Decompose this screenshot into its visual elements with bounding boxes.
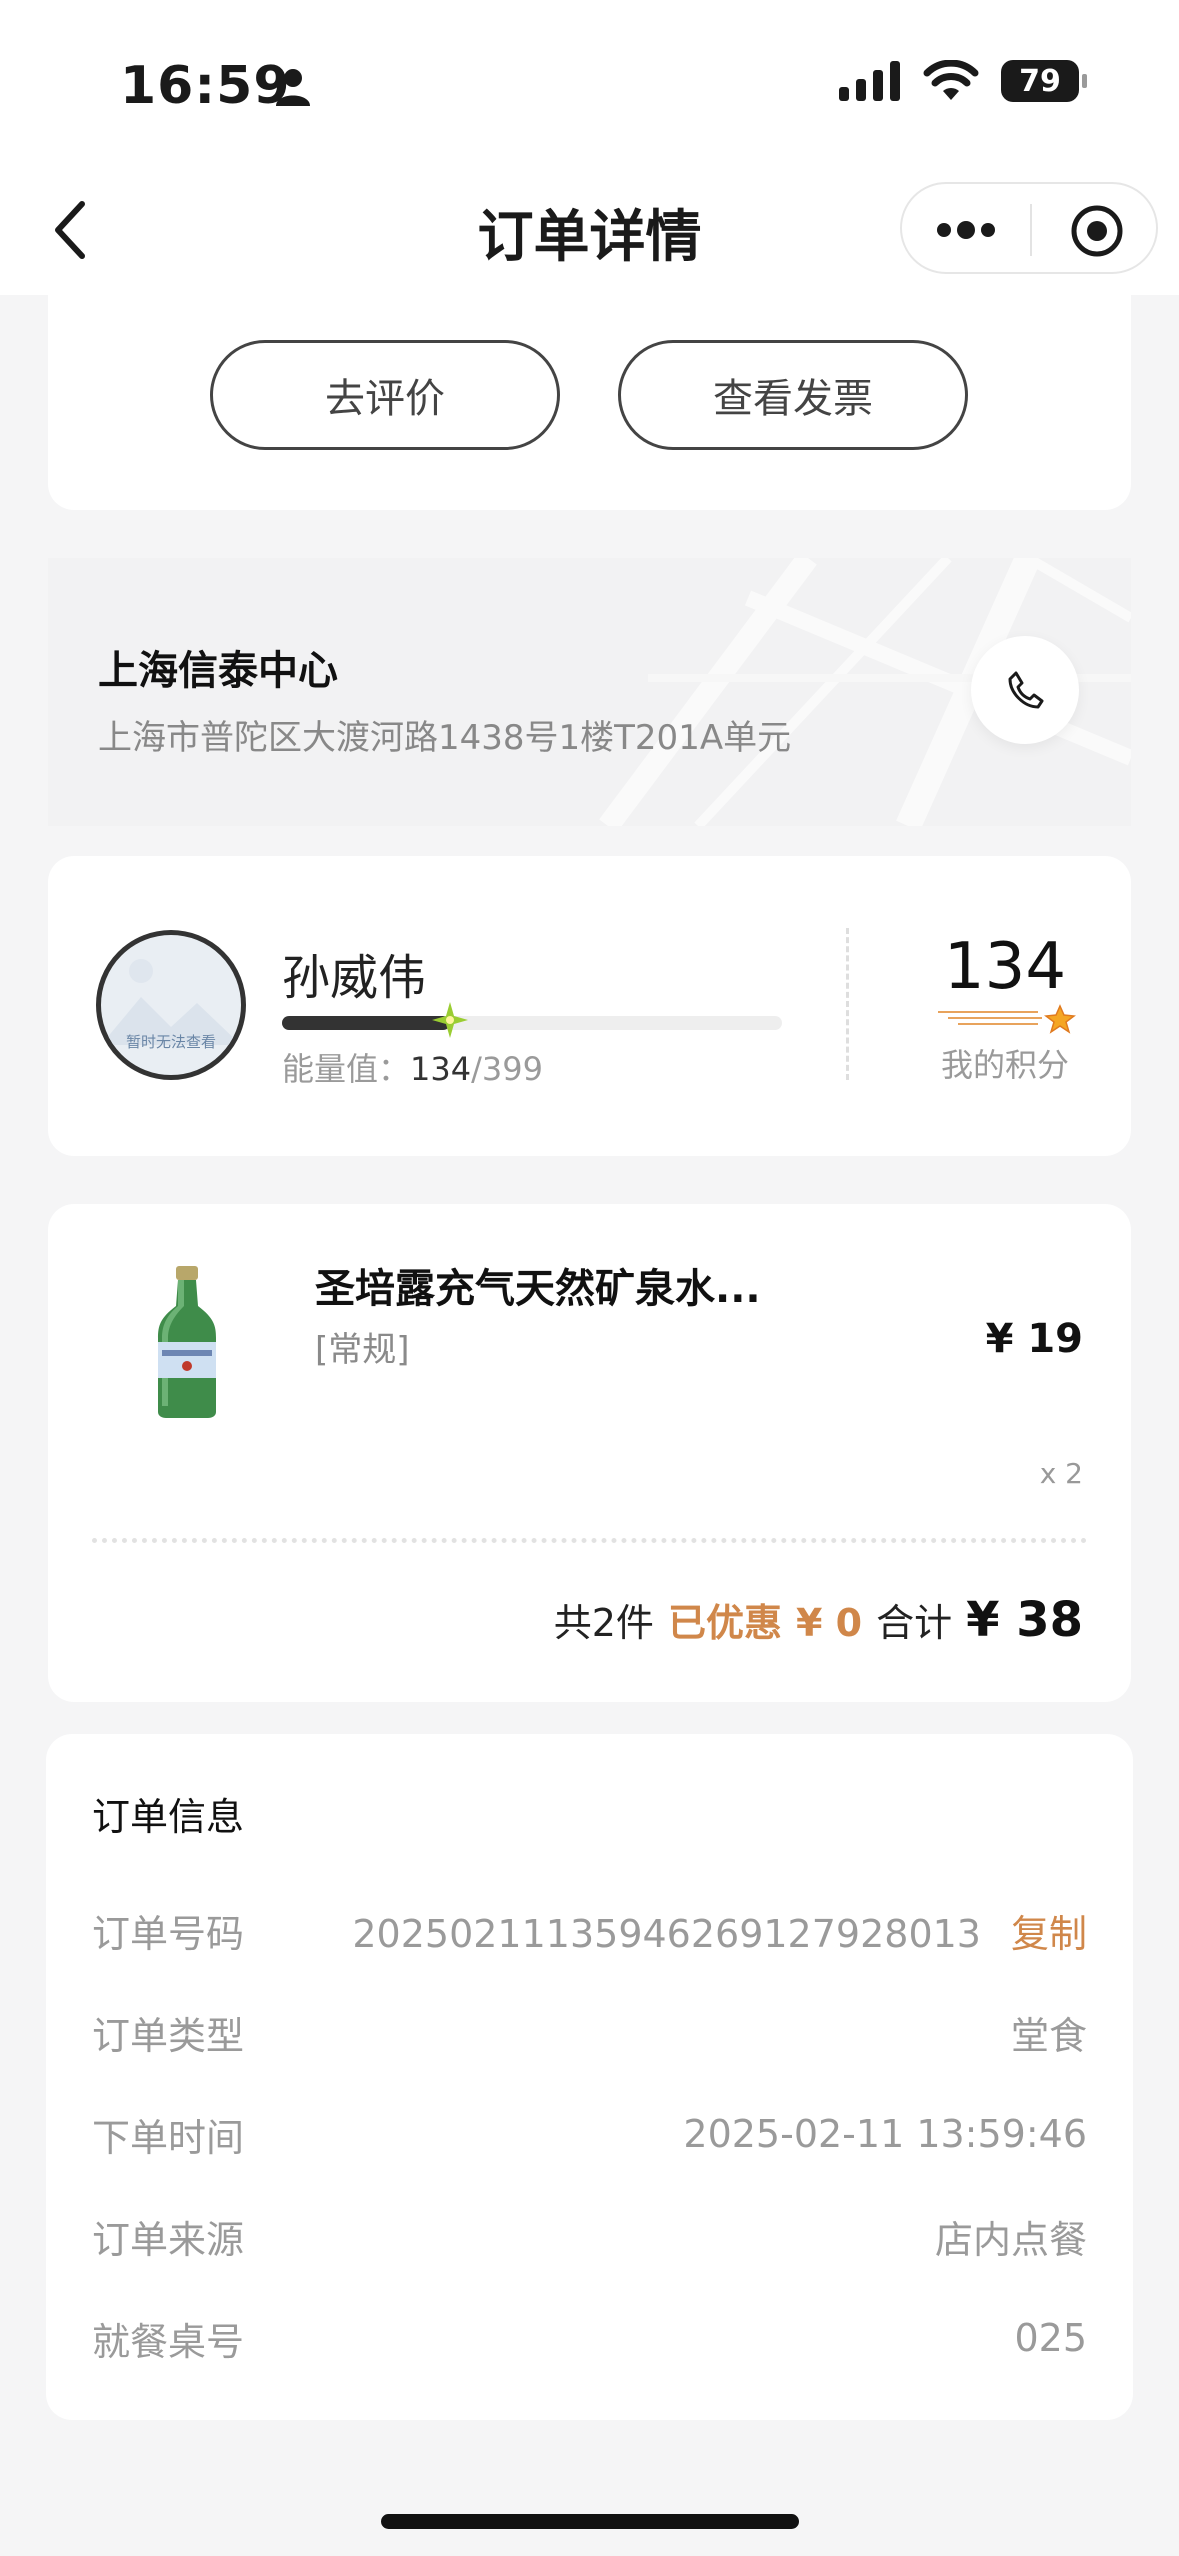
status-icons: 79	[839, 60, 1087, 102]
sparkle-icon	[432, 1002, 468, 1038]
store-name: 上海信泰中心	[98, 648, 338, 694]
wifi-icon	[923, 60, 979, 100]
order-summary: 共2件 已优惠 ¥ 0 合计 ¥ 38	[554, 1592, 1083, 1648]
image-placeholder-icon	[101, 959, 241, 1045]
total-label: 合计	[876, 1601, 953, 1645]
call-store-button[interactable]	[971, 636, 1079, 744]
status-time: 16:59	[120, 56, 291, 116]
energy-label: 能量值：134/399	[282, 1044, 543, 1090]
order-info-title: 订单信息	[92, 1795, 245, 1839]
info-value: 堂食	[1010, 2013, 1087, 2058]
info-value: 店内点餐	[934, 2217, 1087, 2262]
order-type-row: 订单类型 堂食	[92, 2002, 1087, 2062]
info-key: 订单类型	[92, 2013, 245, 2058]
copy-button[interactable]: 复制	[1011, 1912, 1087, 1956]
discount-value: ¥ 0	[795, 1601, 863, 1645]
order-number-value: 202502111359462691279280​13	[352, 1911, 981, 1956]
battery-indicator: 79	[1001, 60, 1087, 102]
energy-progress-bar	[282, 1002, 782, 1038]
member-divider	[846, 928, 849, 1080]
signal-icon	[839, 61, 900, 101]
product-spec: [常规]	[315, 1330, 410, 1370]
close-target-icon[interactable]	[1070, 204, 1124, 258]
info-key: 订单号码	[92, 1911, 245, 1956]
person-icon	[276, 69, 310, 106]
total-value: ¥ 38	[966, 1592, 1083, 1648]
store-address: 上海市普陀区大渡河路1438号1楼T201A单元	[98, 718, 792, 758]
top-bar: 16:59 79 订单详情	[0, 0, 1179, 295]
mini-program-capsule	[900, 182, 1158, 274]
info-key: 就餐桌号	[92, 2319, 245, 2364]
points-label: 我的积分	[940, 1046, 1069, 1084]
product-quantity: x 2	[1039, 1457, 1083, 1490]
energy-progress-fill	[282, 1016, 450, 1030]
product-price: ¥ 19	[985, 1316, 1083, 1362]
energy-label-text: 能量值：	[282, 1050, 411, 1088]
info-key: 订单来源	[92, 2217, 245, 2262]
avatar: 暂时无法查看	[96, 930, 246, 1080]
item-count: 共2件	[553, 1601, 654, 1645]
info-value: 025	[1014, 2316, 1087, 2360]
info-value: 2025-02-11 13:59:46	[683, 2112, 1087, 2156]
order-source-row: 订单来源 店内点餐	[92, 2206, 1087, 2266]
review-button[interactable]: 去评价	[210, 340, 560, 450]
member-name: 孙威伟	[282, 950, 427, 1006]
points-underline-star-icon	[938, 1004, 1076, 1034]
home-indicator[interactable]	[381, 2514, 799, 2529]
more-icon[interactable]	[934, 214, 998, 246]
energy-max: /399	[471, 1050, 543, 1088]
invoice-button[interactable]: 查看发票	[618, 340, 968, 450]
product-image	[158, 1266, 216, 1418]
discount-label: 已优惠	[667, 1601, 782, 1645]
product-name[interactable]: 圣培露充气天然矿泉水...	[315, 1256, 761, 1314]
dotted-divider	[92, 1538, 1087, 1543]
store-card: 上海信泰中心 上海市普陀区大渡河路1438号1楼T201A单元	[48, 558, 1131, 826]
table-number-row: 就餐桌号 025	[92, 2308, 1087, 2368]
energy-current: 134	[410, 1050, 472, 1088]
avatar-placeholder-text: 暂时无法查看	[125, 1033, 216, 1051]
info-key: 下单时间	[92, 2115, 245, 2160]
order-number-row: 订单号码 202502111359462691279280​13 复制	[92, 1900, 1087, 1960]
points-value[interactable]: 134	[940, 930, 1070, 1004]
capsule-divider	[1030, 204, 1032, 256]
order-time-row: 下单时间 2025-02-11 13:59:46	[92, 2104, 1087, 2164]
phone-icon	[1008, 671, 1044, 709]
